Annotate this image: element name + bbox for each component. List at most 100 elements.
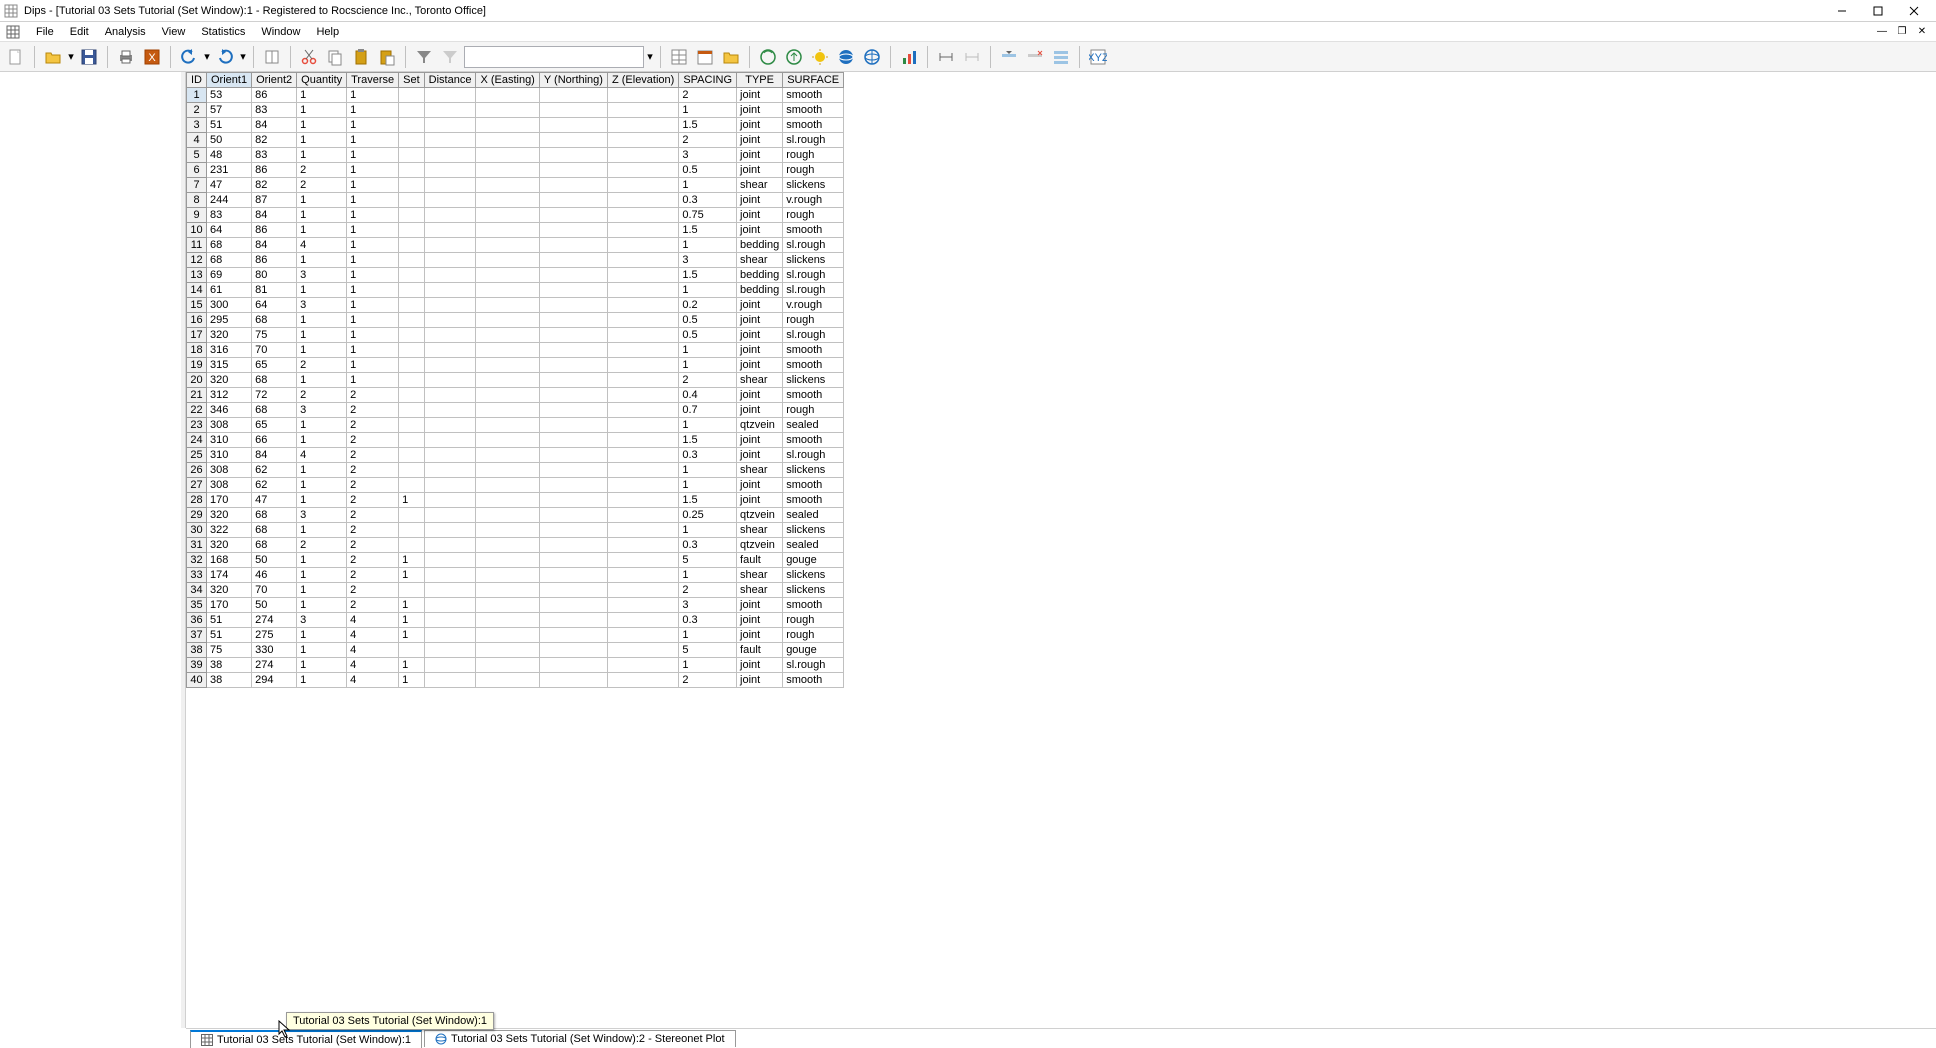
table-cell[interactable] <box>424 583 476 598</box>
table-cell[interactable] <box>399 508 425 523</box>
globe-solid-button[interactable] <box>834 45 858 69</box>
table-cell[interactable]: joint <box>737 298 783 313</box>
table-cell[interactable]: 275 <box>252 628 297 643</box>
minimize-button[interactable] <box>1824 1 1860 21</box>
table-cell[interactable]: 51 <box>207 628 252 643</box>
table-cell[interactable] <box>476 208 539 223</box>
table-cell[interactable]: 1 <box>297 523 347 538</box>
table-cell[interactable] <box>476 553 539 568</box>
filter-combo-dropdown[interactable]: ▾ <box>646 50 654 63</box>
table-cell[interactable] <box>539 283 607 298</box>
table-cell[interactable] <box>539 103 607 118</box>
table-cell[interactable]: 1 <box>347 253 399 268</box>
table-cell[interactable] <box>424 433 476 448</box>
table-cell[interactable]: 35 <box>187 598 207 613</box>
table-cell[interactable]: 47 <box>252 493 297 508</box>
table-cell[interactable]: 308 <box>207 463 252 478</box>
table-cell[interactable]: 25 <box>187 448 207 463</box>
table-cell[interactable] <box>539 643 607 658</box>
table-cell[interactable] <box>424 283 476 298</box>
menu-file[interactable]: File <box>28 24 62 40</box>
table-cell[interactable]: 1 <box>347 313 399 328</box>
dimension-button[interactable] <box>934 45 958 69</box>
table-cell[interactable]: 0.3 <box>679 448 737 463</box>
table-cell[interactable]: 84 <box>252 208 297 223</box>
table-cell[interactable] <box>399 478 425 493</box>
table-cell[interactable] <box>424 613 476 628</box>
table-cell[interactable] <box>539 628 607 643</box>
table-cell[interactable] <box>399 268 425 283</box>
table-cell[interactable]: 81 <box>252 283 297 298</box>
table-cell[interactable] <box>607 508 678 523</box>
table-cell[interactable]: 1 <box>297 208 347 223</box>
table-cell[interactable]: 2 <box>679 133 737 148</box>
undo-button[interactable] <box>177 45 201 69</box>
table-cell[interactable]: 82 <box>252 178 297 193</box>
folder-button[interactable] <box>719 45 743 69</box>
table-cell[interactable]: 1 <box>297 553 347 568</box>
table-cell[interactable]: 2 <box>297 163 347 178</box>
table-cell[interactable]: 47 <box>207 178 252 193</box>
table-row[interactable]: 33174461211shearslickens <box>187 568 844 583</box>
table-cell[interactable] <box>607 343 678 358</box>
table-cell[interactable]: sl.rough <box>783 448 844 463</box>
table-cell[interactable] <box>476 523 539 538</box>
table-cell[interactable] <box>476 433 539 448</box>
open-dropdown[interactable]: ▾ <box>67 50 75 63</box>
table-cell[interactable]: 1 <box>297 463 347 478</box>
table-cell[interactable] <box>424 478 476 493</box>
table-cell[interactable]: shear <box>737 583 783 598</box>
table-cell[interactable]: joint <box>737 118 783 133</box>
table-cell[interactable] <box>476 148 539 163</box>
table-cell[interactable] <box>607 448 678 463</box>
table-cell[interactable] <box>607 523 678 538</box>
table-cell[interactable] <box>476 658 539 673</box>
table-cell[interactable] <box>476 373 539 388</box>
table-cell[interactable] <box>539 133 607 148</box>
table-cell[interactable]: 274 <box>252 613 297 628</box>
table-row[interactable]: 2730862121jointsmooth <box>187 478 844 493</box>
table-cell[interactable]: shear <box>737 523 783 538</box>
table-row[interactable]: ▸2932068320.25qtzveinsealed <box>187 508 844 523</box>
close-button[interactable] <box>1896 1 1932 21</box>
table-cell[interactable]: rough <box>783 313 844 328</box>
table-cell[interactable]: 2 <box>679 88 737 103</box>
table-cell[interactable] <box>607 193 678 208</box>
table-cell[interactable]: 0.3 <box>679 613 737 628</box>
table-cell[interactable]: bedding <box>737 238 783 253</box>
table-cell[interactable]: 231 <box>207 163 252 178</box>
table-cell[interactable] <box>476 253 539 268</box>
table-cell[interactable]: 68 <box>207 253 252 268</box>
table-cell[interactable] <box>539 238 607 253</box>
table-cell[interactable] <box>539 223 607 238</box>
table-cell[interactable] <box>424 88 476 103</box>
table-cell[interactable]: 75 <box>207 643 252 658</box>
table-cell[interactable]: 10 <box>187 223 207 238</box>
table-cell[interactable] <box>424 118 476 133</box>
table-cell[interactable] <box>424 298 476 313</box>
table-cell[interactable] <box>399 313 425 328</box>
table-cell[interactable]: 1 <box>679 568 737 583</box>
table-cell[interactable]: smooth <box>783 358 844 373</box>
table-cell[interactable]: 3 <box>297 268 347 283</box>
table-cell[interactable]: smooth <box>783 103 844 118</box>
table-cell[interactable]: 170 <box>207 598 252 613</box>
manage-rows-button[interactable] <box>1049 45 1073 69</box>
table-cell[interactable]: fault <box>737 553 783 568</box>
table-cell[interactable] <box>607 493 678 508</box>
table-cell[interactable] <box>476 508 539 523</box>
table-cell[interactable]: 68 <box>252 373 297 388</box>
excel-button[interactable]: X <box>140 45 164 69</box>
table-cell[interactable] <box>607 643 678 658</box>
table-cell[interactable] <box>424 553 476 568</box>
column-header[interactable]: Distance <box>424 73 476 88</box>
table-cell[interactable]: 66 <box>252 433 297 448</box>
table-cell[interactable] <box>539 358 607 373</box>
table-cell[interactable]: 84 <box>252 448 297 463</box>
table-cell[interactable] <box>539 268 607 283</box>
table-cell[interactable] <box>424 643 476 658</box>
table-cell[interactable]: joint <box>737 598 783 613</box>
table-cell[interactable] <box>607 163 678 178</box>
table-cell[interactable]: 50 <box>252 598 297 613</box>
table-cell[interactable] <box>476 388 539 403</box>
